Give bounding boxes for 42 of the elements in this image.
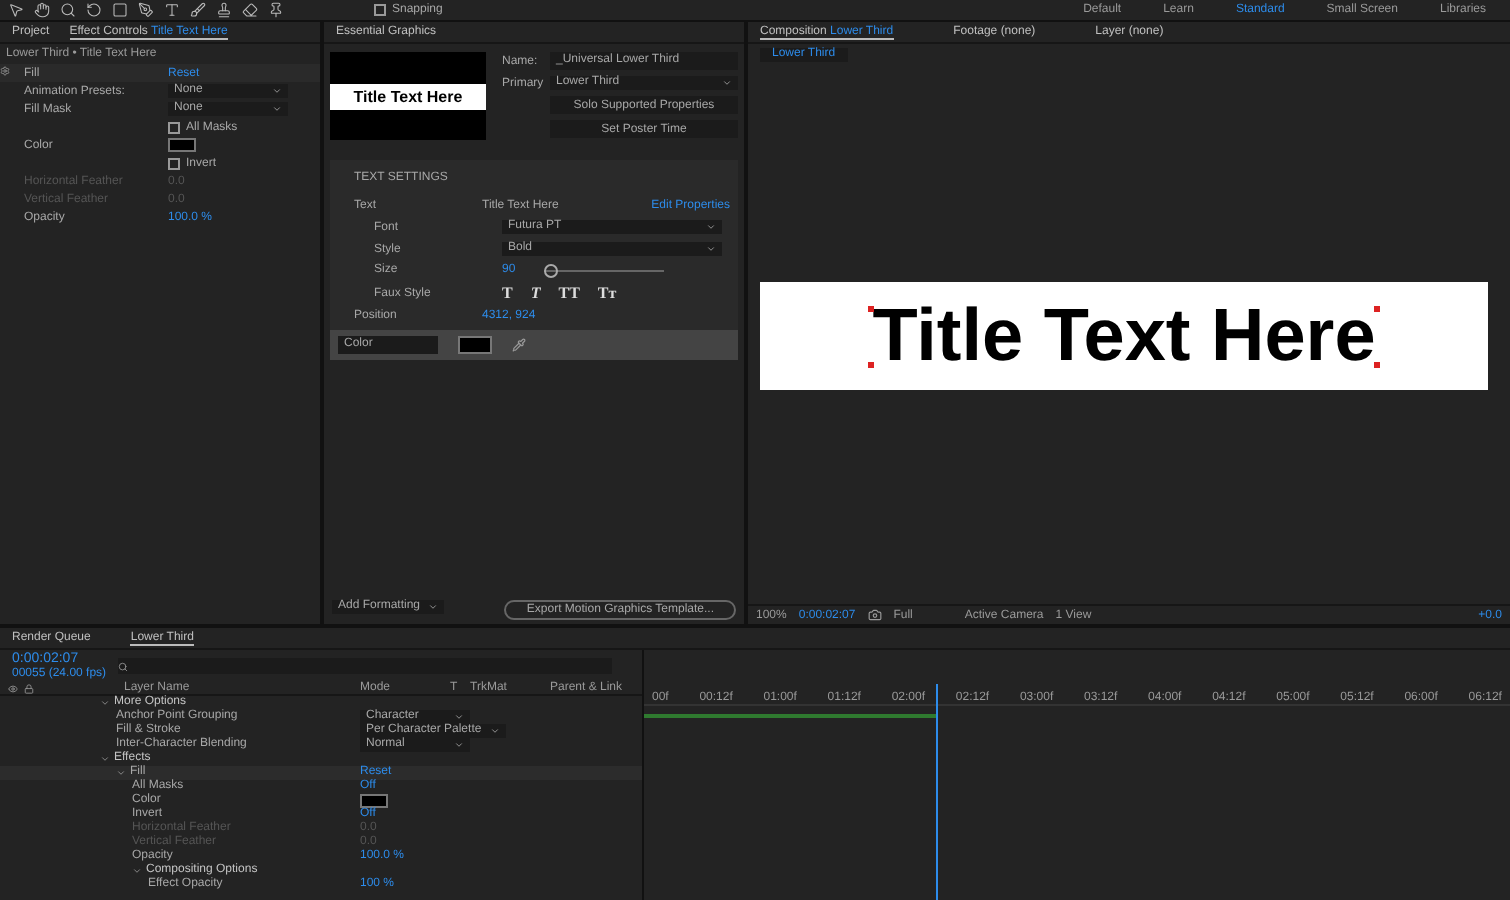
rectangle-icon[interactable] [112,2,128,18]
pointer-icon[interactable] [8,2,24,18]
twirl-caret-icon[interactable] [132,866,142,876]
lock-icon[interactable] [24,684,34,694]
brush-icon[interactable] [190,2,206,18]
caret-icon [428,602,439,612]
caret-icon [706,222,716,232]
eyedropper-icon[interactable] [512,338,526,352]
rotate-icon[interactable] [86,2,102,18]
handle-icon [1374,361,1380,367]
caret-icon [706,244,716,254]
caret-icon [722,78,732,88]
slider-thumb[interactable] [544,263,559,277]
handle-icon [868,361,874,367]
hand-icon[interactable] [34,2,50,18]
type-icon[interactable] [164,2,180,18]
faux-style-button[interactable]: Tт [597,284,617,302]
search-field[interactable] [118,658,612,674]
caret-icon [489,726,500,736]
handle-icon [1374,305,1380,311]
twirl-caret-icon[interactable] [100,754,110,764]
color-swatch[interactable] [168,138,196,152]
twirl-caret-icon[interactable] [100,698,110,708]
twirl-caret-icon[interactable] [116,768,126,778]
caret-icon [454,712,464,722]
faux-style-button[interactable]: T [502,284,513,302]
caret-icon [454,740,464,750]
stamp-icon[interactable] [216,2,232,18]
eraser-icon[interactable] [242,2,258,18]
pin-icon[interactable] [268,2,284,18]
pen-icon[interactable] [138,2,154,18]
camera-icon[interactable] [867,608,882,622]
color-swatch[interactable] [360,794,388,808]
title-text: Title Text Here [872,293,1376,377]
faux-style-button[interactable]: T [530,284,541,302]
eye-icon[interactable] [8,684,18,694]
preview-thumbnail: Title Text Here [330,52,486,140]
handle-icon [868,305,874,311]
zoom-icon[interactable] [60,2,76,18]
faux-style-button[interactable]: TT [558,284,580,302]
color-swatch[interactable] [458,336,492,354]
search-icon [118,661,129,671]
